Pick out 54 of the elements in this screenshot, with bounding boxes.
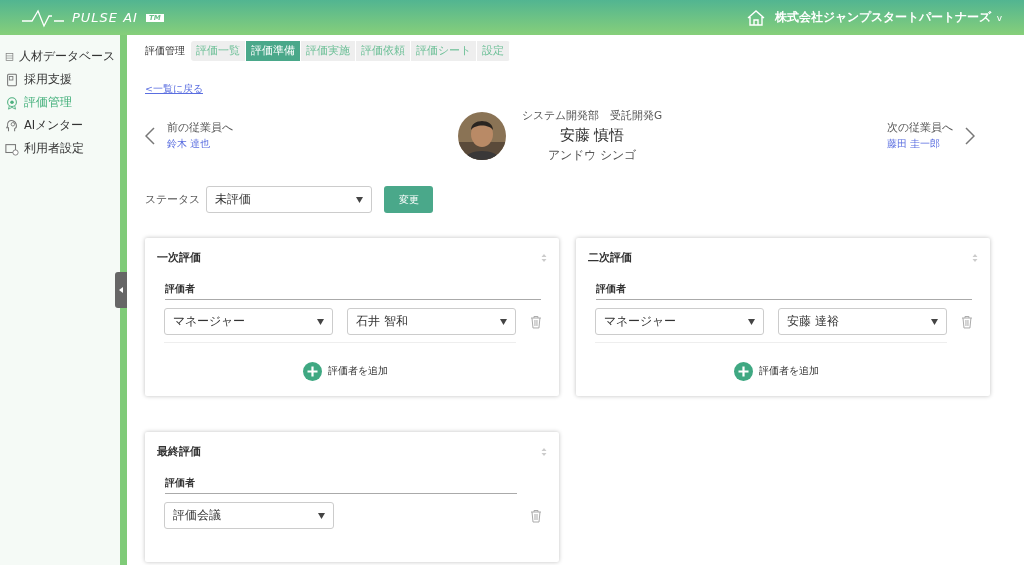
trash-icon[interactable]: [530, 508, 542, 523]
section-title: 評価管理: [145, 44, 185, 58]
sidebar-item[interactable]: 人材データベース: [0, 45, 120, 68]
next-label: 次の従業員へ: [887, 121, 953, 135]
employee-kana: アンドウ シンゴ: [548, 148, 636, 163]
panel-title: 最終評価: [157, 444, 201, 459]
panel-title: 二次評価: [588, 250, 632, 265]
status-label: ステータス: [145, 192, 200, 207]
dropdown-arrow-icon: [500, 318, 508, 325]
sort-icon[interactable]: [541, 252, 547, 263]
dropdown-arrow-icon: [931, 318, 939, 325]
add-evaluator-button[interactable]: 評価者を追加: [727, 361, 825, 382]
employee-link[interactable]: 藤田 圭一郎: [887, 137, 953, 151]
sidebar-item[interactable]: 採用支援: [0, 68, 120, 91]
dropdown-arrow-icon: [748, 318, 756, 325]
sidebar-item[interactable]: 評価管理: [0, 91, 120, 114]
home-icon[interactable]: [746, 9, 765, 26]
panel-title: 一次評価: [157, 250, 201, 265]
employee-link[interactable]: 鈴木 達也: [167, 137, 233, 151]
role-select[interactable]: 評価会議: [164, 502, 334, 529]
head-icon: [5, 118, 19, 133]
sort-icon[interactable]: [972, 252, 978, 263]
dropdown-arrow-icon: [356, 196, 363, 203]
dropdown-arrow-icon: [317, 318, 325, 325]
plus-icon: [733, 362, 753, 381]
status-select[interactable]: 未評価: [206, 186, 372, 213]
card-icon: [5, 141, 19, 156]
role-select[interactable]: マネージャー: [164, 308, 334, 335]
chevron-right-icon[interactable]: [965, 127, 975, 145]
prev-label: 前の従業員へ: [167, 121, 233, 135]
employee-name: 安藤 慎悟: [559, 126, 625, 145]
trash-icon[interactable]: [530, 314, 542, 329]
medal-icon: [5, 95, 19, 110]
tab[interactable]: 評価準備: [246, 41, 301, 61]
sort-icon[interactable]: [541, 446, 547, 457]
trash-icon[interactable]: [961, 314, 973, 329]
person-select[interactable]: 石井 智和: [347, 308, 517, 335]
evaluator-label: 評価者: [165, 477, 517, 494]
sidebar-item[interactable]: 利用者設定: [0, 137, 120, 160]
dropdown-arrow-icon: [318, 512, 325, 519]
change-button[interactable]: 変更: [384, 186, 433, 213]
evaluator-label: 評価者: [165, 283, 541, 300]
evaluator-label: 評価者: [596, 283, 972, 300]
person-select[interactable]: 安藤 達裕: [778, 308, 948, 335]
chevron-left-icon[interactable]: [145, 127, 155, 145]
back-link[interactable]: <一覧に戻る: [145, 83, 203, 96]
plus-icon: [302, 362, 322, 381]
sidebar-item[interactable]: AIメンター: [0, 114, 120, 137]
document-icon: [5, 72, 19, 87]
collapse-handle[interactable]: [115, 272, 127, 308]
department: システム開発部 受託開発G: [521, 109, 663, 123]
role-select[interactable]: マネージャー: [595, 308, 765, 335]
add-evaluator-button[interactable]: 評価者を追加: [296, 361, 394, 382]
logo-text: PULSE AI: [72, 10, 138, 25]
